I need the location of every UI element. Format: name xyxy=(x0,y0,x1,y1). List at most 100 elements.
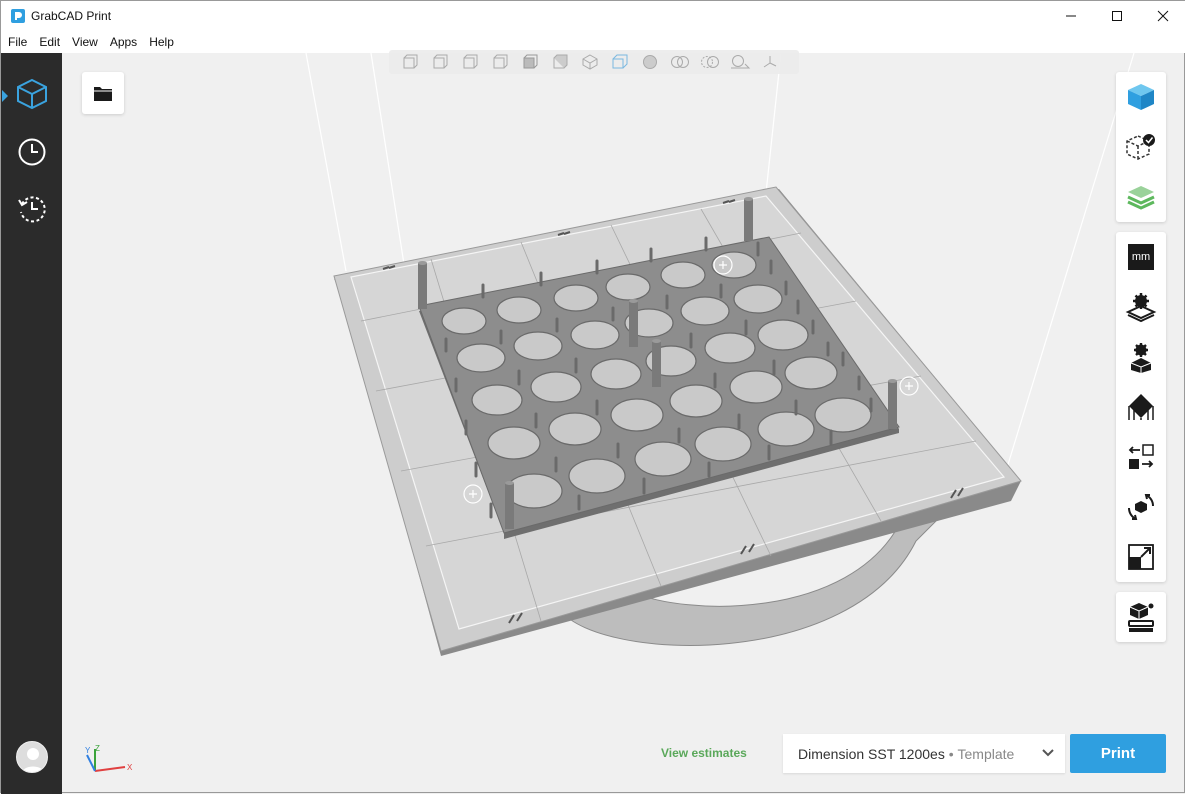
folder-icon xyxy=(94,87,112,101)
arrange-icon xyxy=(1128,444,1154,469)
scale-button[interactable] xyxy=(1116,532,1166,582)
front-view-icon xyxy=(403,54,418,69)
title-bar: GrabCAD Print xyxy=(1,1,1185,31)
bottom-view-button[interactable] xyxy=(545,51,575,73)
sidebar-item-model[interactable] xyxy=(1,69,62,119)
build-volume-lines xyxy=(305,52,1135,630)
back-view-icon xyxy=(433,54,448,69)
model-check-button[interactable] xyxy=(1116,122,1166,172)
close-icon xyxy=(1157,10,1169,22)
add-to-tray-button[interactable] xyxy=(1116,592,1166,642)
model-settings-icon xyxy=(1130,343,1152,373)
arrange-button[interactable] xyxy=(1116,432,1166,482)
model-plate xyxy=(418,236,900,534)
model-cube-icon xyxy=(16,78,47,110)
units-label: mm xyxy=(1128,244,1154,270)
model-plate-side xyxy=(419,241,899,539)
maximize-icon xyxy=(1112,11,1122,21)
svg-text:Z: Z xyxy=(95,744,100,753)
plate-pins xyxy=(444,236,873,519)
tray-notches xyxy=(382,199,964,624)
printer-separator: • xyxy=(944,745,958,762)
printer-select[interactable]: Dimension SST 1200es • Template xyxy=(783,734,1065,773)
registration-marks xyxy=(463,255,919,504)
right-toolbar-edit-group: mm xyxy=(1116,232,1166,582)
slice-layers-icon xyxy=(1127,186,1155,210)
close-button[interactable] xyxy=(1140,1,1185,31)
maximize-button[interactable] xyxy=(1094,1,1140,31)
top-view-button[interactable] xyxy=(515,51,545,73)
minimize-icon xyxy=(1066,15,1076,17)
show-models-button[interactable] xyxy=(665,51,695,73)
tray-grid xyxy=(360,208,977,622)
perspective-view-button[interactable] xyxy=(605,51,635,73)
tray-base-side xyxy=(334,189,1021,656)
axis-gizmo-button[interactable] xyxy=(755,51,785,73)
rotate-button[interactable] xyxy=(1116,482,1166,532)
view-estimates-link[interactable]: View estimates xyxy=(661,746,747,760)
left-sidebar xyxy=(1,53,62,794)
minimize-button[interactable] xyxy=(1048,1,1094,31)
3d-viewport[interactable] xyxy=(1,1,1185,794)
perspective-view-icon xyxy=(612,54,628,69)
svg-text:X: X xyxy=(127,763,133,772)
show-models-icon xyxy=(671,56,689,68)
left-view-button[interactable] xyxy=(455,51,485,73)
axis-gizmo-icon xyxy=(763,56,777,68)
tray-settings-icon xyxy=(1125,293,1157,323)
print-button[interactable]: Print xyxy=(1070,734,1166,773)
sidebar-item-history[interactable] xyxy=(1,184,62,234)
printer-name: Dimension SST 1200es xyxy=(798,745,945,762)
top-view-icon xyxy=(523,54,538,69)
bottom-view-icon xyxy=(553,54,568,69)
grabcad-logo-icon xyxy=(11,9,25,23)
chevron-down-icon xyxy=(1042,749,1054,757)
show-support-icon xyxy=(701,56,719,68)
show-section-button[interactable] xyxy=(725,51,755,73)
menu-view[interactable]: View xyxy=(66,35,104,49)
model-settings-button[interactable] xyxy=(1116,332,1166,382)
user-avatar-icon xyxy=(21,748,45,772)
clock-icon xyxy=(18,138,45,166)
show-section-icon xyxy=(731,55,751,69)
menu-edit[interactable]: Edit xyxy=(33,35,66,49)
rotate-icon xyxy=(1127,494,1155,520)
history-icon xyxy=(17,196,46,223)
printer-mode: Template xyxy=(957,745,1015,762)
open-file-button[interactable] xyxy=(82,72,124,114)
back-view-button[interactable] xyxy=(425,51,455,73)
iso-view-icon xyxy=(582,54,598,70)
print-tray xyxy=(333,186,1022,652)
menu-help[interactable]: Help xyxy=(143,35,180,49)
model-view-button[interactable] xyxy=(1116,72,1166,122)
iso-view-button[interactable] xyxy=(575,51,605,73)
slice-layers-button[interactable] xyxy=(1116,172,1166,222)
orient-face-button[interactable] xyxy=(1116,382,1166,432)
right-toolbar-tray-group xyxy=(1116,592,1166,642)
tray-inner xyxy=(350,195,1006,630)
model-view-icon xyxy=(1128,84,1154,110)
shaded-sphere-icon xyxy=(643,55,657,69)
menu-apps[interactable]: Apps xyxy=(104,35,143,49)
tall-posts xyxy=(418,197,897,529)
right-toolbar-view-group xyxy=(1116,72,1166,222)
view-toolbar xyxy=(389,50,799,74)
shaded-view-button[interactable] xyxy=(635,51,665,73)
tray-settings-button[interactable] xyxy=(1116,282,1166,332)
units-button[interactable]: mm xyxy=(1116,232,1166,282)
menu-file[interactable]: File xyxy=(2,35,33,49)
right-view-button[interactable] xyxy=(485,51,515,73)
window-title: GrabCAD Print xyxy=(31,9,112,23)
model-check-icon xyxy=(1126,134,1155,160)
svg-text:Y: Y xyxy=(85,746,91,755)
tray-handle xyxy=(560,520,938,646)
scale-icon xyxy=(1128,544,1154,570)
plate-holes xyxy=(441,251,872,509)
avatar[interactable] xyxy=(16,741,48,773)
add-to-tray-icon xyxy=(1128,603,1154,632)
front-view-button[interactable] xyxy=(395,51,425,73)
left-view-icon xyxy=(463,54,478,69)
sidebar-item-queue[interactable] xyxy=(1,127,62,177)
show-support-button[interactable] xyxy=(695,51,725,73)
app-window: GrabCAD Print File Edit View Apps Help m… xyxy=(0,0,1185,794)
